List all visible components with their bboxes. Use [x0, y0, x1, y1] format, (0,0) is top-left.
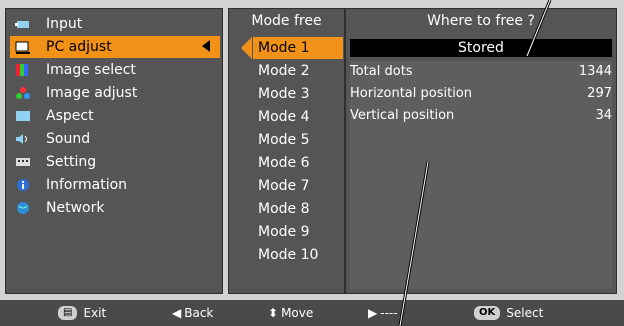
mode-item-7[interactable]: Mode 7 — [253, 175, 343, 197]
information-icon — [14, 178, 32, 192]
menu-item-label: Network — [46, 200, 105, 216]
info-value: 297 — [587, 85, 612, 101]
menu-item-label: Information — [46, 177, 128, 193]
mode-list-header: Mode free — [251, 13, 322, 29]
info-label: Horizontal position — [350, 85, 473, 101]
left-arrow-icon: ◀ — [172, 306, 182, 320]
menu-item-image-select[interactable]: Image select — [10, 59, 220, 81]
up-down-arrow-icon: ⬍ — [268, 306, 279, 320]
menu-item-pc-adjust[interactable]: PC adjust — [10, 36, 220, 58]
mode-item-2[interactable]: Mode 2 — [253, 60, 343, 82]
menu-item-label: Setting — [46, 154, 97, 170]
menu-key-icon: ▤ — [58, 306, 78, 320]
menu-item-input[interactable]: Input — [10, 13, 220, 35]
info-label: Vertical position — [350, 107, 455, 123]
help-back-label: Back — [184, 306, 214, 320]
info-label: Total dots — [350, 63, 413, 79]
menu-item-label: Sound — [46, 131, 91, 147]
mode-item-1[interactable]: Mode 1 — [253, 37, 343, 59]
help-move: ⬍ Move — [268, 304, 313, 322]
mode-list-panel: Mode free Mode 1 Mode 2 Mode 3 Mode 4 Mo… — [228, 8, 345, 294]
mode-item-6[interactable]: Mode 6 — [253, 152, 343, 174]
info-value: 34 — [595, 107, 612, 123]
info-row-vertical-position: Vertical position 34 — [350, 105, 612, 125]
help-exit-label: Exit — [83, 306, 107, 320]
ok-key-icon: OK — [474, 306, 501, 320]
help-select-label: Select — [506, 306, 544, 320]
setting-icon — [14, 155, 32, 169]
network-icon — [14, 201, 32, 215]
help-select: OK Select — [474, 304, 543, 322]
main-menu-panel: Input PC adjust Image select Image adjus… — [5, 8, 223, 294]
right-arrow-icon: ▶ — [368, 306, 378, 320]
where-to-free-header: Where to free ? — [427, 13, 535, 29]
info-value: 1344 — [578, 63, 612, 79]
help-next-label: ---- — [380, 306, 398, 320]
help-back: ◀ Back — [172, 304, 213, 322]
menu-item-label: Aspect — [46, 108, 94, 124]
menu-item-label: PC adjust — [46, 39, 112, 55]
mode-item-10[interactable]: Mode 10 — [253, 244, 343, 266]
help-exit: ▤ Exit — [58, 304, 106, 322]
menu-item-aspect[interactable]: Aspect — [10, 105, 220, 127]
mode-info-panel: Where to free ? Stored Total dots 1344 H… — [345, 8, 617, 294]
input-icon — [14, 17, 32, 31]
pc-adjust-icon — [14, 40, 32, 54]
menu-item-sound[interactable]: Sound — [10, 128, 220, 150]
menu-item-label: Input — [46, 16, 83, 32]
help-bar: ▤ Exit ◀ Back ⬍ Move ▶ ---- OK Select — [0, 300, 624, 326]
menu-item-image-adjust[interactable]: Image adjust — [10, 82, 220, 104]
info-row-horizontal-position: Horizontal position 297 — [350, 83, 612, 103]
menu-item-label: Image select — [46, 62, 136, 78]
projector-osd-screen: Input PC adjust Image select Image adjus… — [0, 0, 624, 300]
image-adjust-icon — [14, 86, 32, 100]
mode-item-4[interactable]: Mode 4 — [253, 106, 343, 128]
menu-item-label: Image adjust — [46, 85, 138, 101]
menu-item-information[interactable]: Information — [10, 174, 220, 196]
aspect-icon — [14, 109, 32, 123]
help-move-label: Move — [281, 306, 314, 320]
menu-item-network[interactable]: Network — [10, 197, 220, 219]
sound-icon — [14, 132, 32, 146]
mode-item-9[interactable]: Mode 9 — [253, 221, 343, 243]
mode-item-8[interactable]: Mode 8 — [253, 198, 343, 220]
mode-item-5[interactable]: Mode 5 — [253, 129, 343, 151]
info-row-total-dots: Total dots 1344 — [350, 61, 612, 81]
help-next: ▶ ---- — [368, 304, 398, 322]
mode-item-3[interactable]: Mode 3 — [253, 83, 343, 105]
selection-arrow-icon — [241, 37, 252, 59]
submenu-arrow-icon — [202, 40, 210, 52]
menu-item-setting[interactable]: Setting — [10, 151, 220, 173]
image-select-icon — [14, 63, 32, 77]
status-stored-bar[interactable]: Stored — [350, 39, 612, 57]
